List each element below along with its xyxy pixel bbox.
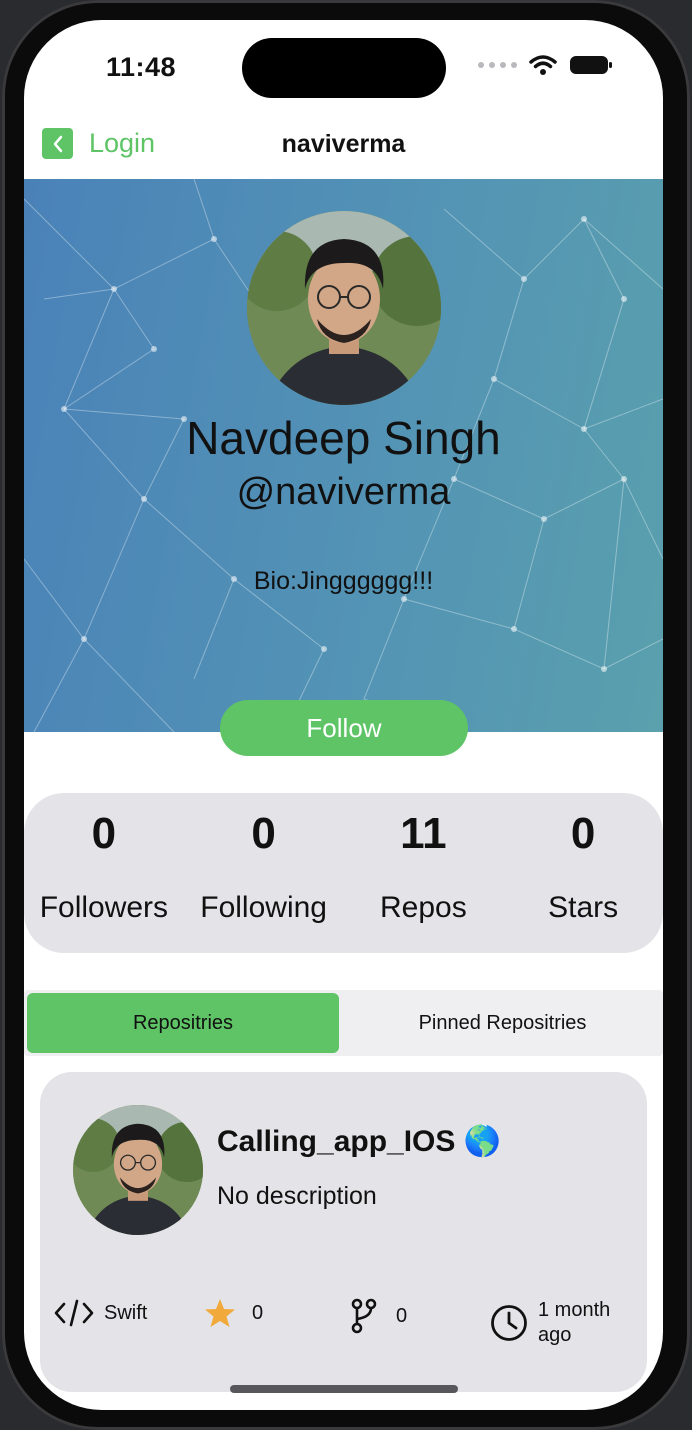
- repo-updated-line2: ago: [538, 1324, 572, 1346]
- repo-description: No description: [217, 1182, 377, 1210]
- stat-value: 0: [251, 809, 276, 858]
- repo-language: Swift: [54, 1298, 147, 1328]
- star-icon: [205, 1299, 235, 1327]
- profile-banner: Navdeep Singh @naviverma Bio:Jingggggg!!…: [24, 179, 663, 732]
- wifi-icon: [529, 55, 557, 75]
- code-icon: [54, 1299, 94, 1327]
- repo-segmented-control: Repositries Pinned Repositries: [24, 990, 663, 1056]
- app-screen: 11:48 Login naviverma Navdeep Singh @nav…: [24, 20, 663, 1410]
- stat-label: Stars: [548, 891, 619, 924]
- tab-pinned-repositories[interactable]: Pinned Repositries: [342, 990, 663, 1056]
- phone-frame: 11:48 Login naviverma Navdeep Singh @nav…: [2, 0, 690, 1430]
- repo-stars-count: 0: [252, 1301, 264, 1324]
- repo-owner-avatar: [73, 1105, 203, 1235]
- profile-handle: @naviverma: [236, 471, 451, 513]
- stat-value: 0: [570, 809, 596, 858]
- repo-name-text: Calling_app_IOS: [217, 1125, 456, 1158]
- profile-name: Navdeep Singh: [186, 412, 501, 464]
- profile-avatar: [247, 211, 441, 405]
- clock-icon: [491, 1305, 527, 1341]
- globe-emoji-icon: 🌎: [463, 1125, 502, 1158]
- stat-following[interactable]: 0 Following: [184, 793, 344, 953]
- repo-updated-text: 1 month ago: [538, 1298, 610, 1348]
- repo-updated-line1: 1 month: [538, 1299, 611, 1321]
- repo-name: Calling_app_IOS 🌎: [217, 1124, 501, 1159]
- dynamic-island: [242, 38, 446, 98]
- repo-forks-count: 0: [396, 1304, 408, 1327]
- battery-icon: [570, 56, 612, 74]
- stat-value: 11: [400, 809, 447, 858]
- repo-card[interactable]: Calling_app_IOS 🌎 No description Swift 0: [40, 1072, 647, 1392]
- repo-forks: 0: [350, 1298, 407, 1334]
- stat-label: Followers: [39, 891, 169, 924]
- repo-updated: 1 month ago: [490, 1298, 610, 1348]
- stat-label: Following: [200, 891, 327, 924]
- stat-repos[interactable]: 11 Repos: [344, 793, 504, 953]
- page-title: naviverma: [281, 130, 406, 158]
- status-icons: [478, 54, 613, 76]
- home-indicator[interactable]: [230, 1385, 458, 1393]
- signal-dots-icon: [478, 62, 517, 68]
- repo-language-label: Swift: [104, 1301, 148, 1324]
- fork-icon: [351, 1298, 377, 1334]
- stat-stars[interactable]: 0 Stars: [503, 793, 663, 953]
- tab-repositories[interactable]: Repositries: [27, 993, 339, 1053]
- stat-followers[interactable]: 0 Followers: [24, 793, 184, 953]
- follow-button[interactable]: Follow: [220, 700, 468, 756]
- stats-panel: 0 Followers 0 Following 11 Repos 0 Stars: [24, 793, 663, 953]
- profile-bio: Bio:Jingggggg!!!: [253, 567, 434, 595]
- stat-value: 0: [91, 809, 117, 858]
- repo-stars: 0: [204, 1298, 263, 1328]
- stat-label: Repos: [380, 891, 467, 924]
- status-time: 11:48: [106, 52, 177, 82]
